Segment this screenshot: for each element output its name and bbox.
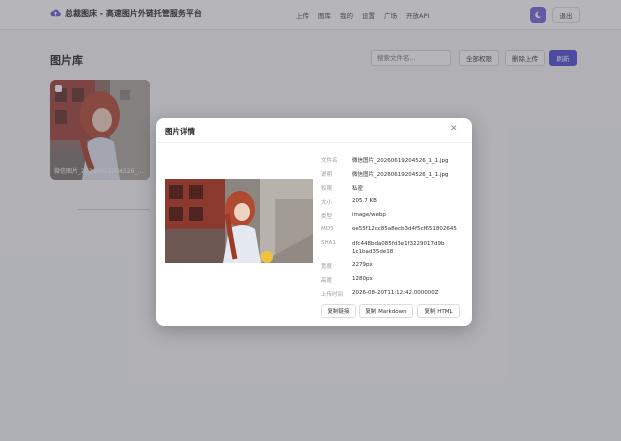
info-label: 大小 <box>321 200 333 206</box>
copy-link-button[interactable]: 复制链接 <box>321 304 356 318</box>
copy-markdown-button[interactable]: 复制 Markdown <box>359 304 413 318</box>
info-value: 微信图片_20260619204526_1_1.jpg <box>352 158 449 164</box>
close-icon[interactable]: ✕ <box>450 124 458 134</box>
info-label: 说明 <box>321 172 333 178</box>
preview-image <box>165 179 313 263</box>
info-value: 2026-08-20T11:12:42.000000Z <box>352 290 439 296</box>
info-value: 微信图片_20260619204526_1_1.jpg <box>352 172 449 178</box>
image-preview <box>165 179 313 263</box>
info-label: MD5 <box>321 226 334 232</box>
info-label: 权限 <box>321 186 333 192</box>
info-label: 高度 <box>321 278 333 284</box>
info-value: image/webp <box>352 212 386 218</box>
modal-divider <box>156 142 472 143</box>
info-label: 上传时间 <box>321 292 344 298</box>
info-label: 宽度 <box>321 264 333 270</box>
copy-html-button[interactable]: 复制 HTML <box>417 304 460 318</box>
image-detail-modal: 图片详情 ✕ 文件名 微信图片_20260619204526_1_1.jpg 说… <box>156 118 472 326</box>
info-value: 1280px <box>352 276 373 282</box>
info-value: 2279px <box>352 262 373 268</box>
info-label: SHA1 <box>321 240 336 246</box>
info-label: 类型 <box>321 214 333 220</box>
info-value: dfc448bda085fd3e1f3229017d9b1c1bad35de18 <box>352 241 445 255</box>
info-value: 私密 <box>352 186 364 192</box>
info-label: 文件名 <box>321 158 338 164</box>
modal-title: 图片详情 <box>165 127 195 136</box>
info-value: ee55f12cc85a8ecb3d4f5cf651802645 <box>352 226 457 232</box>
info-value: 205.7 KB <box>352 198 377 204</box>
